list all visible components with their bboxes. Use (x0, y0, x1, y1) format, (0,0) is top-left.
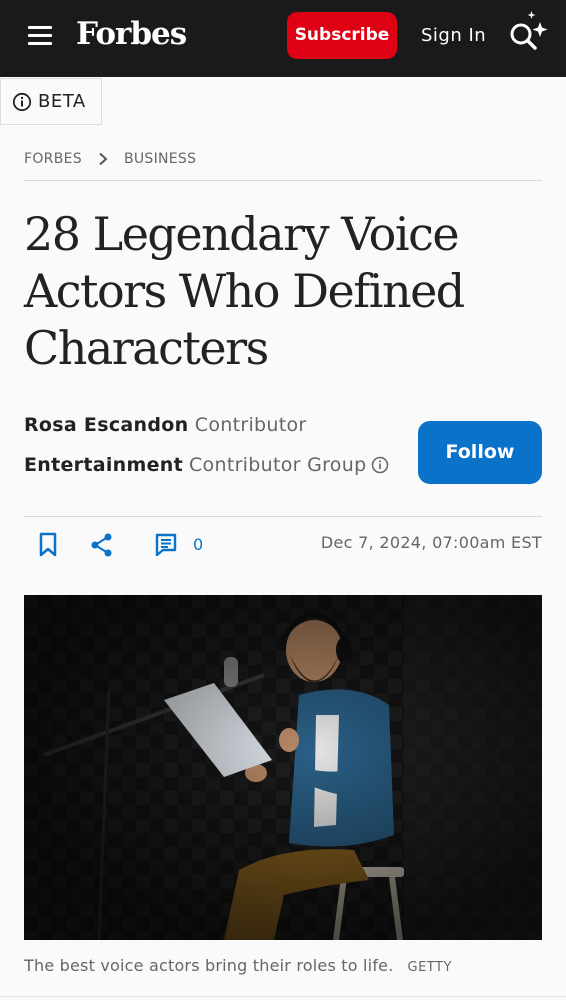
article-hero-image[interactable] (24, 595, 542, 940)
breadcrumb-item-business[interactable]: BUSINESS (124, 151, 196, 167)
title-line: Characters (24, 321, 269, 375)
image-caption: The best voice actors bring their roles … (24, 956, 452, 975)
forbes-logo[interactable]: Forbes (76, 12, 187, 56)
breadcrumb-item-forbes[interactable]: FORBES (24, 151, 82, 167)
group-name[interactable]: Entertainment (24, 452, 183, 478)
info-icon[interactable] (371, 456, 389, 474)
sparkle-search-icon[interactable] (506, 10, 554, 58)
image-credit: GETTY (407, 960, 452, 975)
author-role: Contributor (194, 414, 307, 436)
title-line: 28 Legendary Voice (24, 207, 460, 261)
publish-date: Dec 7, 2024, 07:00am EST (320, 533, 542, 552)
divider (0, 996, 566, 997)
beta-badge[interactable]: BETA (0, 78, 102, 125)
subscribe-button[interactable]: Subscribe (287, 12, 397, 59)
article-actions: 0 Dec 7, 2024, 07:00am EST (24, 530, 542, 562)
sign-in-link[interactable]: Sign In (421, 22, 486, 50)
caption-text: The best voice actors bring their roles … (24, 956, 394, 975)
share-icon[interactable] (90, 532, 114, 558)
divider (24, 180, 542, 181)
chevron-right-icon (99, 152, 108, 166)
beta-label: BETA (38, 91, 86, 112)
top-navigation-bar: Forbes Subscribe Sign In (0, 0, 566, 77)
comment-icon[interactable] (154, 532, 178, 558)
comment-count[interactable]: 0 (193, 535, 203, 554)
title-line: Actors Who Defined (24, 264, 465, 318)
group-role: Contributor Group (188, 454, 367, 476)
article-title: 28 Legendary Voice Actors Who Defined Ch… (24, 206, 465, 377)
breadcrumb: FORBES BUSINESS (24, 148, 196, 170)
author-name[interactable]: Rosa Escandon (24, 414, 188, 436)
divider (24, 516, 542, 517)
info-icon (12, 92, 32, 111)
menu-icon[interactable] (28, 26, 54, 46)
author-byline: Rosa Escandon Contributor (24, 412, 307, 438)
follow-button[interactable]: Follow (418, 421, 542, 484)
bookmark-icon[interactable] (38, 532, 58, 558)
group-byline: Entertainment Contributor Group (24, 452, 389, 478)
